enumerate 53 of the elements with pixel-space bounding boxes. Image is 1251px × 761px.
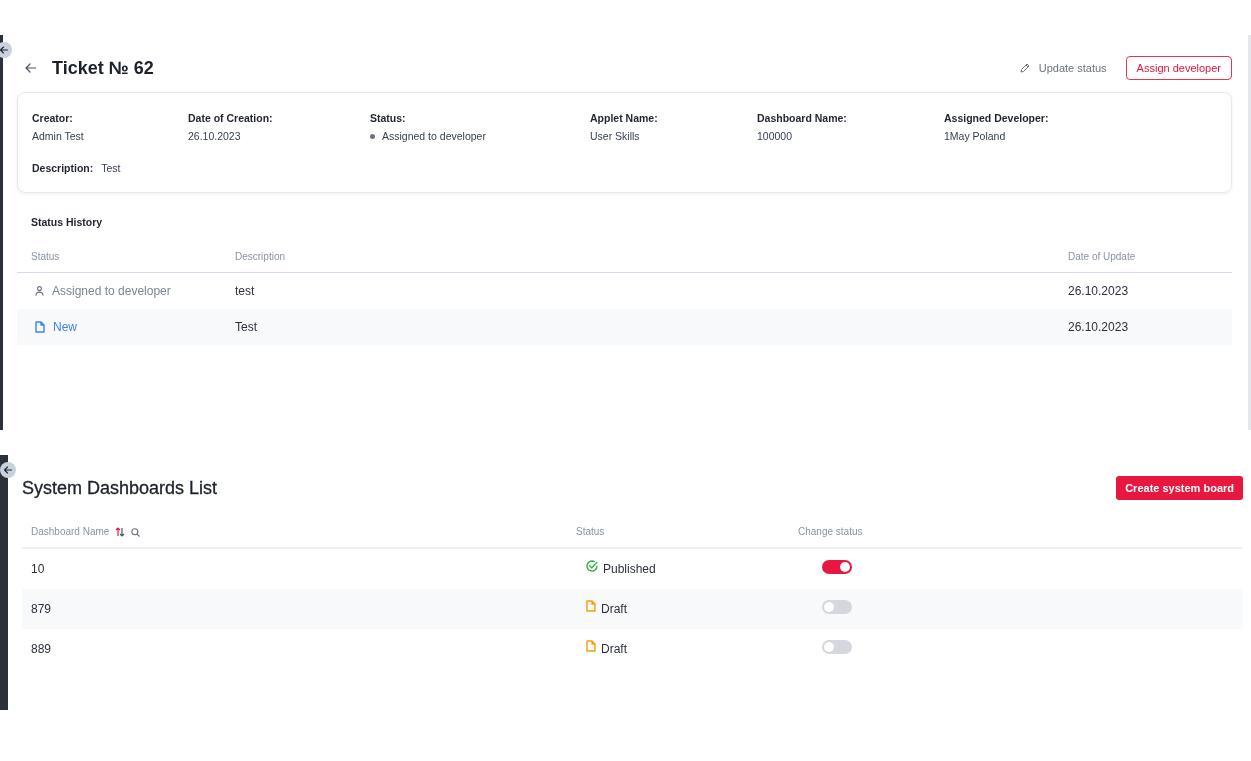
table-cell: test	[235, 284, 255, 298]
status-dot-icon	[370, 133, 375, 139]
column-header: Description	[235, 250, 286, 264]
field-label: Dashboard Name:	[757, 111, 847, 125]
update-status-button[interactable]: Update status	[1019, 62, 1107, 74]
search-icon[interactable]	[131, 527, 141, 537]
toggle-switch[interactable]	[822, 560, 852, 574]
section-title: Status History	[31, 215, 103, 229]
toggle-switch[interactable]	[822, 640, 852, 654]
toggle-switch[interactable]	[822, 600, 852, 614]
field-value: Test	[101, 161, 121, 175]
field-label: Creator:	[32, 111, 73, 125]
column-header: Status	[31, 250, 60, 264]
field-label: Applet Name:	[590, 111, 658, 125]
column-header: Dashboard Name	[31, 525, 110, 539]
field-value: Admin Test	[32, 129, 84, 143]
table-cell: 26.10.2023	[1068, 284, 1129, 298]
sort-icon[interactable]	[115, 527, 126, 537]
status-label: New	[53, 320, 77, 334]
status-label: Draft	[601, 602, 627, 616]
document-icon	[586, 599, 596, 612]
table-cell: 10	[31, 562, 45, 576]
field-label: Description:	[32, 161, 94, 175]
table-cell: 889	[31, 642, 52, 656]
field-value: 26.10.2023	[188, 129, 241, 143]
field-value: Assigned to developer	[382, 129, 486, 143]
page-title: System Dashboards List	[22, 477, 218, 499]
field-value: 100000	[757, 129, 793, 143]
pencil-icon	[1019, 63, 1030, 73]
check-circle-icon	[586, 559, 598, 572]
assign-developer-button[interactable]: Assign developer	[1125, 56, 1232, 80]
status-label: Assigned to developer	[52, 284, 171, 298]
table-cell: 26.10.2023	[1068, 320, 1129, 334]
field-value: 1May Poland	[944, 129, 1006, 143]
table-cell: 879	[31, 602, 52, 616]
field-label: Date of Creation:	[188, 111, 273, 125]
field-value: User Skills	[590, 129, 640, 143]
page-title: Ticket № 62	[52, 57, 154, 79]
create-board-button[interactable]: Create system board	[1116, 476, 1243, 500]
field-label: Assigned Developer:	[944, 111, 1049, 125]
column-header: Change status	[798, 525, 863, 539]
document-icon	[586, 639, 596, 652]
sidebar-toggle-icon[interactable]	[0, 42, 12, 58]
table-cell: Test	[235, 320, 257, 334]
document-icon	[35, 321, 45, 333]
user-icon	[35, 286, 44, 296]
status-label: Draft	[601, 642, 627, 656]
field-label: Status:	[370, 111, 406, 125]
column-header: Date of Update	[1068, 250, 1136, 264]
sidebar-toggle-icon[interactable]	[0, 462, 16, 478]
back-arrow-icon[interactable]	[25, 63, 36, 73]
column-header: Status	[576, 525, 605, 539]
status-label: Published	[603, 562, 656, 576]
